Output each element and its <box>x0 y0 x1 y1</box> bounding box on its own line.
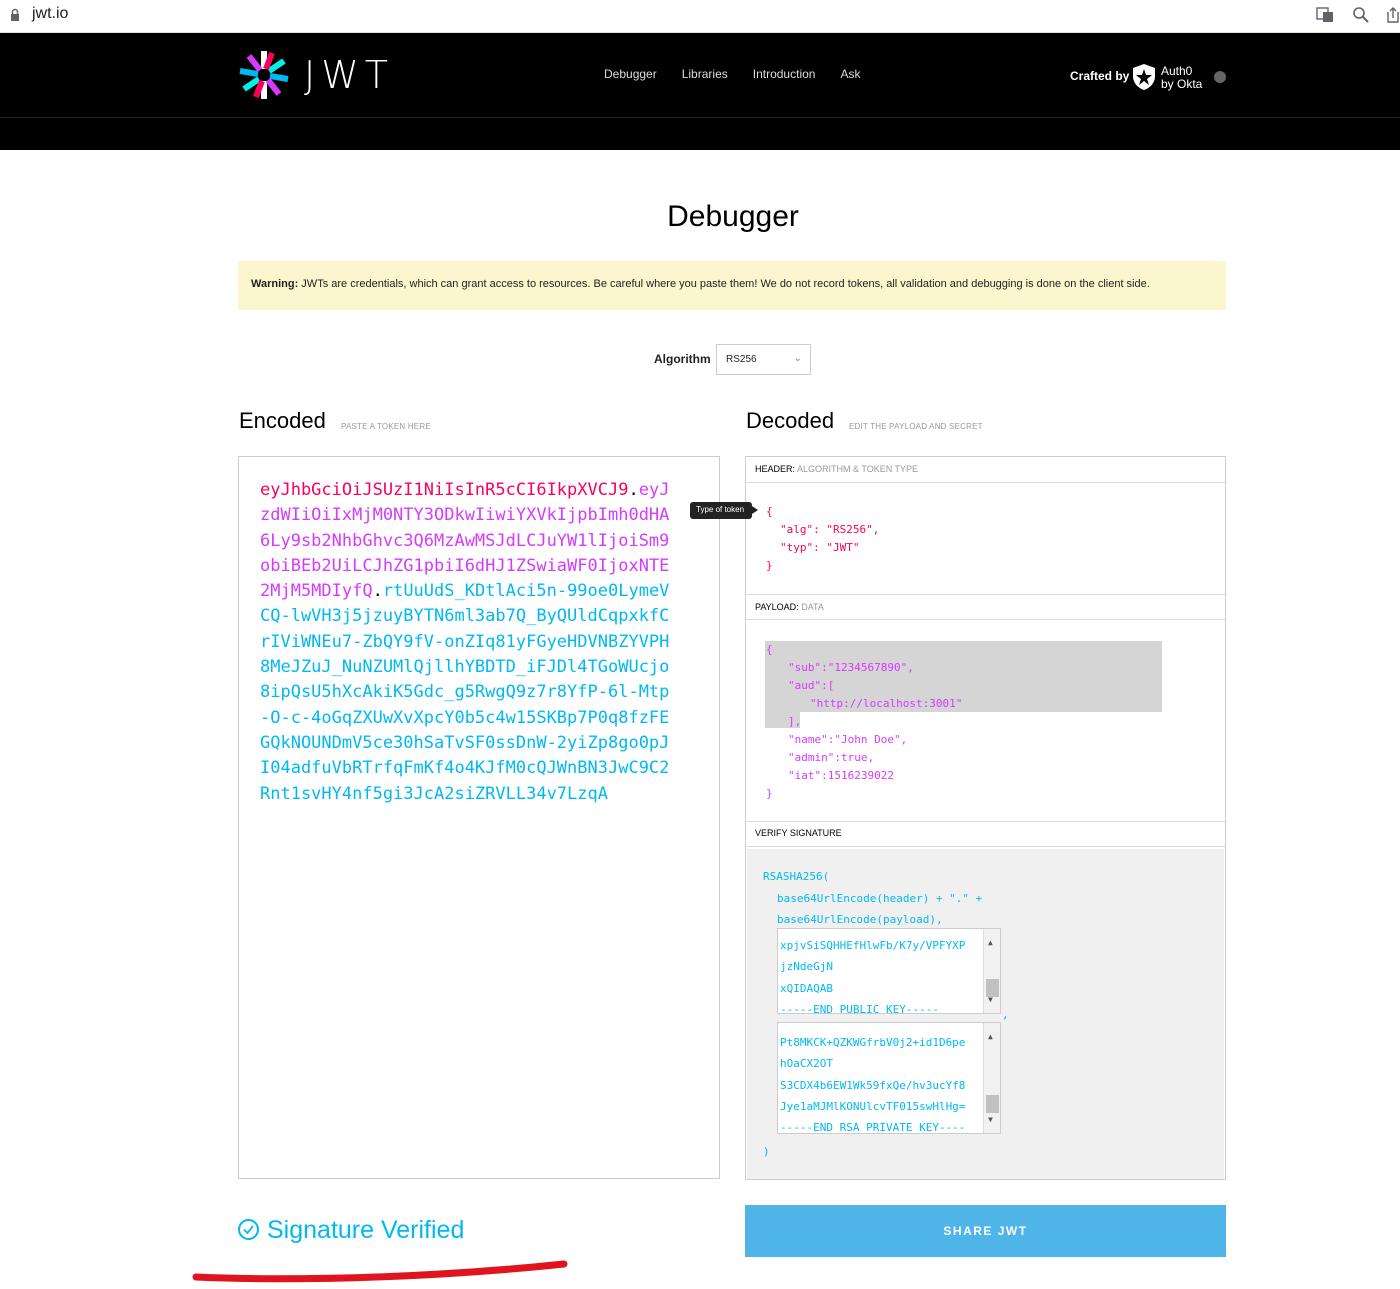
key-line: Pt8MKCK+QZKWGfrbV0j2+id1D6pe <box>780 1036 966 1049</box>
json-line: "alg": "RS256", <box>780 523 880 536</box>
crafted-by-label: Crafted by <box>1070 69 1130 83</box>
algorithm-select[interactable]: RS256 ⌄ <box>716 344 811 375</box>
decoded-title: Decoded <box>746 408 835 433</box>
verify-section-title: VERIFY SIGNATURE <box>746 821 1225 847</box>
encoded-title: Encoded <box>239 408 326 433</box>
status-dot <box>1214 71 1226 83</box>
payload-sublabel: DATA <box>801 602 824 612</box>
lock-icon <box>11 8 19 21</box>
token-dot: . <box>628 480 639 500</box>
type-of-token-tooltip: Type of token <box>690 502 758 519</box>
auth0-shield-icon[interactable] <box>1132 63 1156 91</box>
share-page-icon[interactable] <box>1386 6 1400 26</box>
public-key-scrollbar[interactable]: ▲ ▼ <box>983 929 1000 1013</box>
browser-address-bar: jwt.io <box>0 0 1400 33</box>
key-line: xpjvSiSQHHEfHlwFb/K7y/VPFYXP <box>780 939 966 952</box>
encoded-subtitle: PASTE A TOKEN HERE <box>341 422 431 431</box>
code-line: ) <box>763 1145 770 1158</box>
scroll-down-icon[interactable]: ▼ <box>988 989 993 1010</box>
private-key-scrollbar[interactable]: ▲ ▼ <box>983 1023 1000 1133</box>
page-title: Debugger <box>667 200 799 233</box>
payload-section-title: PAYLOAD: DATA <box>746 594 1225 620</box>
jwt-logo-icon[interactable] <box>238 49 290 101</box>
token-dot: . <box>372 581 383 602</box>
json-line: "aud":[ <box>788 679 835 692</box>
translate-icon[interactable] <box>1316 6 1336 26</box>
key-line: -----END PUBLIC KEY----- <box>780 1002 939 1014</box>
check-circle-icon <box>238 1219 259 1240</box>
scroll-up-icon[interactable]: ▲ <box>988 932 993 953</box>
key-line: jzNdeGjN <box>780 960 833 974</box>
algorithm-value: RS256 <box>726 354 757 365</box>
verify-label: VERIFY SIGNATURE <box>755 828 842 838</box>
share-jwt-button[interactable]: SHARE JWT <box>745 1205 1226 1257</box>
private-key-textarea[interactable]: Pt8MKCK+QZKWGfrbV0j2+id1D6pe hOaCX2OT S3… <box>777 1022 1001 1134</box>
key-line: xQIDAQAB <box>780 981 833 995</box>
code-line: base64UrlEncode(header) + "." + <box>777 891 983 905</box>
token-header-part: eyJhbGciOiJSUzI1NiIsInR5cCI6IkpXVCJ9 <box>260 480 629 500</box>
nav-link-debugger[interactable]: Debugger <box>604 67 657 81</box>
json-line: "http://localhost:3001" <box>810 697 963 710</box>
code-line: RSASHA256( <box>763 870 830 883</box>
scroll-down-icon[interactable]: ▼ <box>988 1109 993 1130</box>
key-line: hOaCX2OT <box>780 1057 833 1071</box>
nav-link-libraries[interactable]: Libraries <box>682 67 728 81</box>
json-line: "sub":"1234567890", <box>788 661 914 674</box>
chevron-down-icon: ⌄ <box>793 353 802 364</box>
auth0-brand[interactable]: Auth0 by Okta <box>1161 65 1202 91</box>
json-line: "iat":1516239022 <box>788 769 894 782</box>
auth0-line2: by Okta <box>1161 77 1203 91</box>
warning-text: JWTs are credentials, which can grant ac… <box>298 278 1150 290</box>
warning-label: Warning: <box>251 278 299 290</box>
json-line: } <box>766 559 773 572</box>
encoded-token-text[interactable]: eyJhbGciOiJSUzI1NiIsInR5cCI6IkpXVCJ9.eyJ… <box>260 478 670 807</box>
nav-links: Debugger Libraries Introduction Ask <box>604 67 860 81</box>
key-line: S3CDX4b6EW1Wk59fxQe/hv3ucYf8 <box>780 1078 966 1092</box>
logo-text[interactable]: JWT <box>304 53 394 97</box>
json-line: { <box>766 643 773 656</box>
nav-divider <box>0 117 1400 118</box>
json-line: "admin":true, <box>788 751 875 764</box>
top-navigation: JWT Debugger Libraries Introduction Ask … <box>0 33 1400 150</box>
key-line: -----END RSA PRIVATE KEY---- <box>780 1121 966 1134</box>
warning-banner: Warning: JWTs are credentials, which can… <box>238 261 1226 310</box>
public-key-textarea[interactable]: xpjvSiSQHHEfHlwFb/K7y/VPFYXP jzNdeGjN xQ… <box>777 928 1001 1014</box>
verify-code: RSASHA256( base64UrlEncode(header) + "."… <box>763 866 982 931</box>
json-line: "typ": "JWT" <box>780 541 860 554</box>
header-label: HEADER: <box>755 464 796 474</box>
key-line: Jye1aMJMlKONUlcvTF015swHlHg= <box>780 1099 966 1113</box>
comma: , <box>1002 1008 1009 1021</box>
header-json-editor[interactable]: { "alg": "RS256", "typ": "JWT" } <box>766 503 879 575</box>
header-section-title: HEADER: ALGORITHM & TOKEN TYPE <box>746 457 1225 483</box>
json-line: ], <box>788 715 802 728</box>
signature-status: Signature Verified <box>238 1216 464 1245</box>
json-line: { <box>766 505 773 518</box>
header-sublabel: ALGORITHM & TOKEN TYPE <box>797 464 919 474</box>
signature-status-text: Signature Verified <box>267 1216 465 1244</box>
nav-link-ask[interactable]: Ask <box>840 67 860 81</box>
red-annotation-underline <box>192 1260 568 1283</box>
decoded-subtitle: EDIT THE PAYLOAD AND SECRET <box>849 422 983 431</box>
payload-json-editor[interactable]: { "sub":"1234567890", "aud":[ "http://lo… <box>766 641 962 803</box>
payload-label: PAYLOAD: <box>755 602 799 612</box>
nav-link-introduction[interactable]: Introduction <box>753 67 816 81</box>
json-line: } <box>766 787 773 800</box>
token-signature-part: rtUuUdS_KDtlAci5n-99oe0LymeVCQ-lwVH3j5jz… <box>260 581 670 804</box>
algorithm-label: Algorithm <box>654 352 711 366</box>
zoom-icon[interactable] <box>1352 6 1372 26</box>
url-text[interactable]: jwt.io <box>32 5 68 23</box>
json-line: "name":"John Doe", <box>788 733 908 746</box>
scroll-up-icon[interactable]: ▲ <box>988 1026 993 1047</box>
